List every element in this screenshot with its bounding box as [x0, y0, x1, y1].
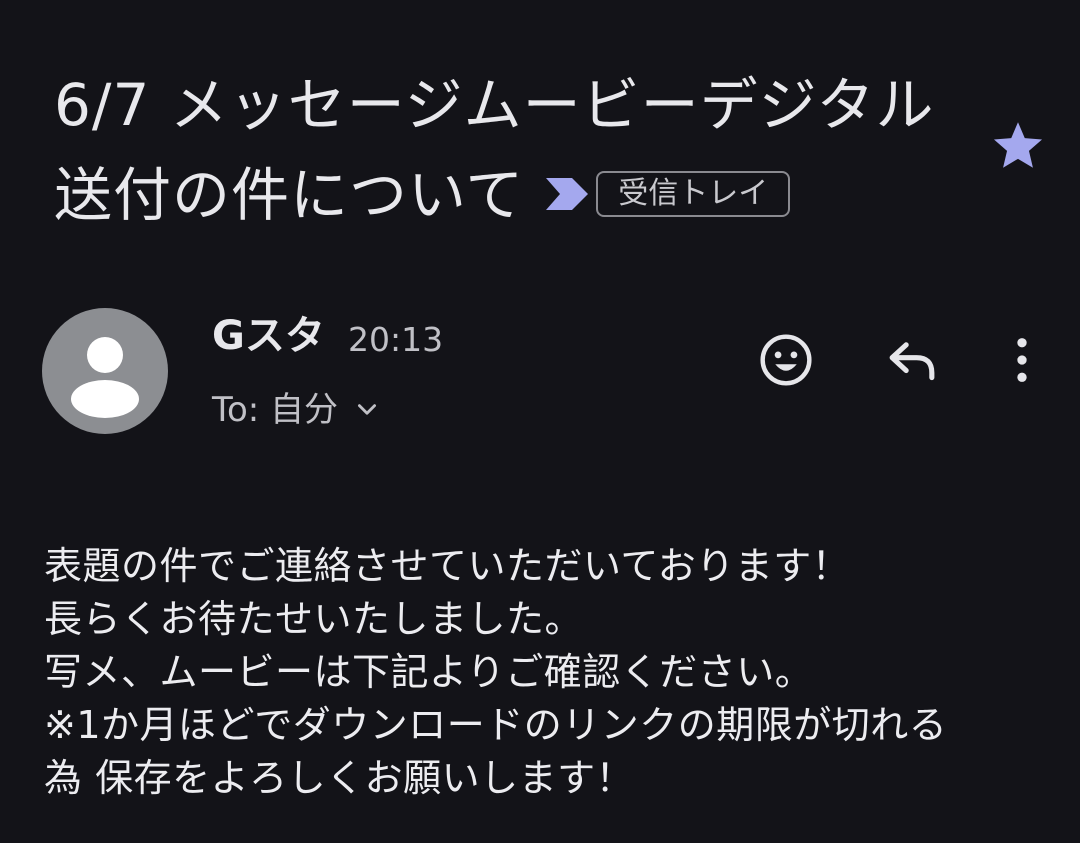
- email-subject: 6/7 メッセージムービーデジタル 送付の件について 受信トレイ: [54, 60, 974, 240]
- reply-button[interactable]: [880, 328, 944, 392]
- star-icon[interactable]: [990, 118, 1046, 174]
- recipient-text: To: 自分: [212, 390, 339, 430]
- chevron-down-icon: [358, 404, 377, 415]
- email-time: 20:13: [348, 320, 444, 359]
- add-reaction-button[interactable]: [754, 328, 818, 392]
- body-line: 為 保存をよろしくお願いします！: [44, 756, 635, 800]
- person-icon: [71, 337, 139, 418]
- body-line: 写メ、ムービーは下記よりご確認ください。: [44, 650, 814, 694]
- recipient-details-toggle[interactable]: To: 自分: [212, 382, 380, 438]
- subject-line-2-text: 送付の件について: [54, 161, 525, 229]
- label-chip-inbox[interactable]: 受信トレイ: [596, 170, 791, 217]
- more-vertical-icon: [1017, 338, 1027, 382]
- sender-name: Gスタ: [212, 313, 325, 359]
- subject-line-2: 送付の件について 受信トレイ: [54, 150, 974, 240]
- avatar[interactable]: [42, 308, 168, 434]
- body-line: ※1か月ほどでダウンロードのリンクの期限が切れる: [44, 703, 948, 747]
- more-options-button[interactable]: [990, 328, 1054, 392]
- subject-line-1: 6/7 メッセージムービーデジタル: [54, 71, 935, 139]
- email-body: 表題の件でご連絡させていただいております！ 長らくお待たせいたしました。 写メ、…: [44, 540, 947, 805]
- body-line: 長らくお待たせいたしました。: [44, 597, 584, 641]
- body-line: 表題の件でご連絡させていただいております！: [44, 544, 851, 588]
- emoji-reaction-icon: [760, 334, 812, 386]
- importance-marker-icon[interactable]: [546, 176, 590, 212]
- reply-icon: [889, 342, 935, 381]
